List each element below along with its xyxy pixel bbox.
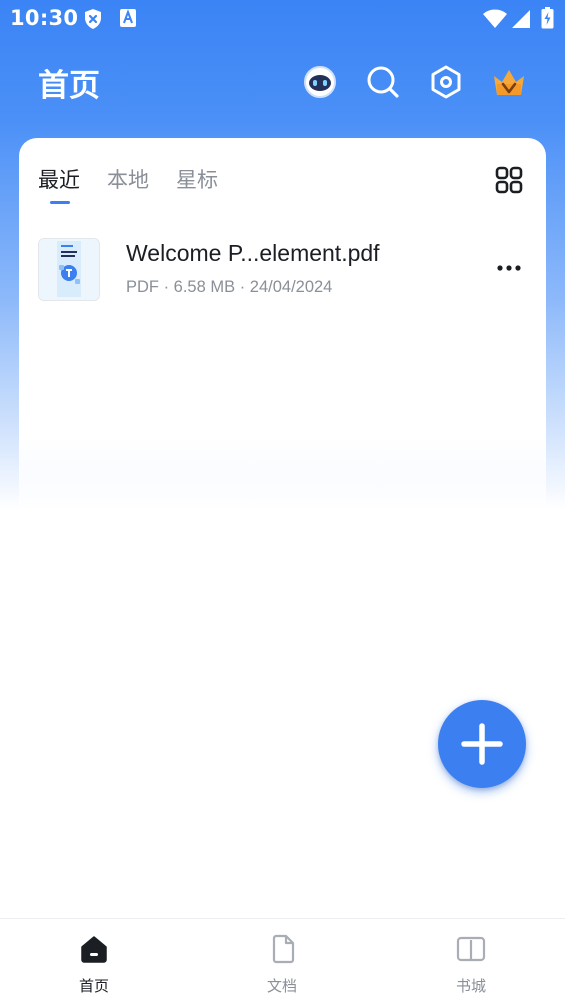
file-meta: PDF · 6.58 MB · 24/04/2024 [126,278,333,296]
pdf-thumbnail [38,238,100,301]
settings-hexagon-icon[interactable] [426,62,466,102]
bottom-navigation: 首页 文档 书城 [0,918,565,1004]
home-icon [79,934,109,964]
nav-label-bookstore: 书城 [455,977,486,995]
page-title: 首页 [38,68,100,104]
tab-starred[interactable]: 星标 [176,164,218,194]
list-item[interactable]: Welcome P...element.pdf PDF · 6.58 MB · … [19,234,546,304]
file-name: Welcome P...element.pdf [126,240,380,266]
more-options-icon[interactable] [495,258,523,278]
nav-item-home[interactable]: 首页 [34,919,154,1004]
shield-x-icon [83,8,103,34]
file-list-card: 最近 本地 星标 Welcome P...element.pdf PDF · 6… [19,138,546,558]
nav-item-bookstore[interactable]: 书城 [411,919,531,1004]
tab-recent[interactable]: 最近 [38,164,80,194]
active-tab-indicator [50,201,70,204]
translate-a-icon [119,8,137,32]
nav-item-documents[interactable]: 文档 [222,919,342,1004]
book-icon [456,934,486,964]
tab-local[interactable]: 本地 [107,164,149,194]
wifi-icon [482,9,508,33]
nav-label-documents: 文档 [266,977,297,995]
status-time: 10:30 [10,6,79,30]
assistant-robot-icon[interactable] [300,62,340,102]
nav-label-home: 首页 [78,977,109,995]
document-icon [268,934,298,964]
battery-charging-icon [541,7,554,33]
add-button[interactable] [438,700,526,788]
premium-crown-icon[interactable] [489,62,529,102]
search-icon[interactable] [363,62,403,102]
grid-view-icon[interactable] [495,166,523,194]
plus-icon [461,723,503,765]
cellular-signal-icon [511,9,531,33]
status-bar: 10:30 [0,0,565,38]
